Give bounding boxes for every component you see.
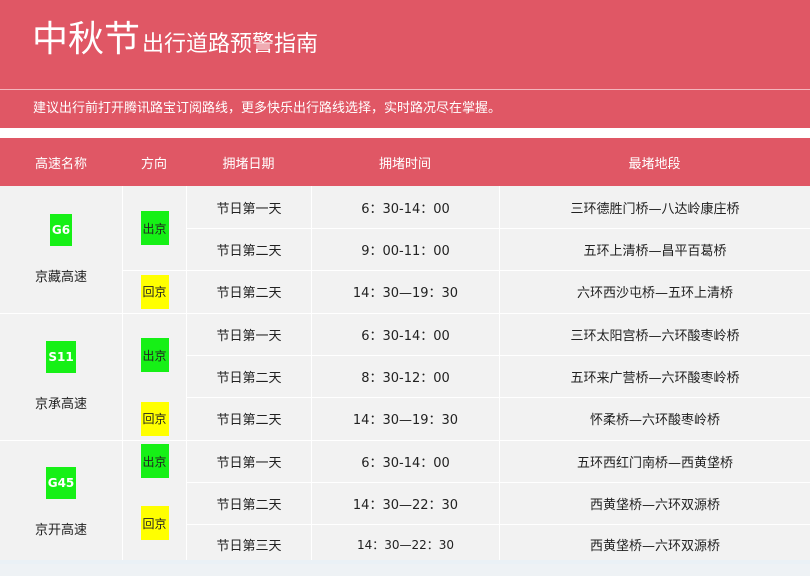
direction-badge-outbound: 出京 [140,444,169,478]
date-cell: 节日第二天 [216,243,282,259]
highway-code-badge: G45 [45,466,77,499]
date-cell: 节日第三天 [216,538,282,554]
section-cell: 西黄垡桥—六环双源桥 [589,497,720,513]
highway-cell-g6: G6 京藏高速 [0,186,122,313]
section-cell: 三环德胜门桥—八达岭康庄桥 [570,201,740,217]
date-cell: 节日第一天 [216,455,282,471]
time-cell: 14：30—22：30 [352,497,459,513]
highway-cell-s11: S11 京承高速 [0,313,122,440]
date-cell: 节日第二天 [216,370,282,386]
page-title: 中秋节 出行道路预警指南 [32,18,318,62]
direction-cell: 出京 [123,313,186,397]
direction-cell: 回京 [123,270,186,313]
date-cell: 节日第一天 [216,201,282,217]
date-cell: 节日第二天 [216,413,282,428]
date-cell: 节日第一天 [216,328,282,344]
time-cell: 14：30—19：30 [352,413,459,428]
time-cell: 14：30—22：30 [356,537,455,552]
col-highway: 高速名称 [34,156,87,172]
time-cell: 6：30-14：00 [361,328,450,344]
section-cell: 五环上清桥—昌平百葛桥 [583,243,727,259]
title-sub: 出行道路预警指南 [142,32,319,57]
highway-cell-g45: G45 京开高速 [0,440,122,564]
time-cell: 6：30-14：00 [361,201,450,217]
section-cell: 西黄垡桥—六环双源桥 [589,538,720,554]
section-cell: 六环西沙屯桥—五环上清桥 [576,286,733,301]
direction-cell: 回京 [123,482,186,564]
direction-cell: 出京 [123,186,186,270]
header-divider [0,89,810,90]
date-cell: 节日第二天 [216,497,282,513]
highway-code-badge: G6 [49,214,73,246]
time-cell: 14：30—19：30 [352,286,459,301]
highway-name: 京开高速 [34,522,87,538]
notice-text: 建议出行前打开腾讯路宝订阅路线，更多快乐出行路线选择，实时路况尽在掌握。 [0,90,810,128]
section-cell: 五环来广营桥—六环酸枣岭桥 [570,370,740,386]
time-cell: 8：30-12：00 [361,370,450,386]
section-cell: 怀柔桥—六环酸枣岭桥 [589,413,720,428]
direction-badge-inbound: 回京 [140,401,169,436]
col-date: 拥堵日期 [222,156,275,172]
table-body: G6 京藏高速 S11 京承高速 G45 京开高速 出京 回京 出京 回京 出京… [0,186,810,564]
col-section: 最堵地段 [628,156,681,172]
direction-badge-inbound: 回京 [140,274,169,309]
direction-cell: 出京 [123,440,186,482]
time-cell: 9：00-11：00 [361,243,450,259]
spacer [0,128,810,138]
section-cell: 三环太阳宫桥—六环酸枣岭桥 [570,328,740,344]
time-cell: 6：30-14：00 [361,455,450,471]
direction-badge-outbound: 出京 [140,211,169,245]
highway-name: 京承高速 [34,397,87,412]
page-header: 中秋节 出行道路预警指南 [0,0,810,90]
direction-cell: 回京 [123,397,186,440]
table-header: 高速名称 方向 拥堵日期 拥堵时间 最堵地段 [0,138,810,186]
direction-badge-inbound: 回京 [140,506,169,540]
date-cell: 节日第二天 [216,286,282,301]
col-time: 拥堵时间 [378,156,431,172]
section-cell: 五环西红门南桥—西黄垡桥 [576,455,733,471]
direction-badge-outbound: 出京 [140,338,169,372]
title-main: 中秋节 [32,19,141,60]
col-direction: 方向 [140,156,167,172]
highway-name: 京藏高速 [34,270,87,285]
bottom-strip [0,560,810,564]
highway-code-badge: S11 [46,341,76,373]
